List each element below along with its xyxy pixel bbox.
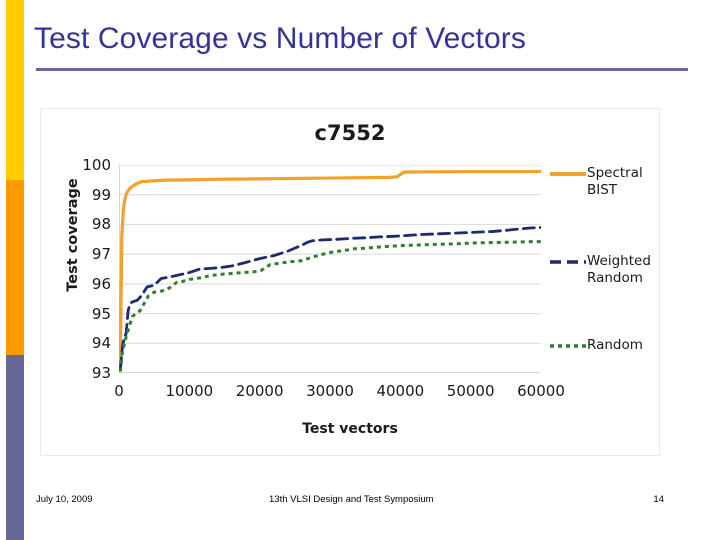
accent-band-yellow bbox=[6, 0, 24, 180]
plot-svg bbox=[119, 165, 541, 373]
y-tick-label: 94 bbox=[91, 334, 111, 353]
title-divider bbox=[36, 68, 688, 71]
legend-entry[interactable]: Weighted Random bbox=[549, 253, 651, 287]
footer-page-number: 14 bbox=[653, 494, 664, 505]
legend-entry[interactable]: Spectral BIST bbox=[549, 165, 643, 199]
y-axis-label: Test coverage bbox=[65, 178, 81, 292]
legend-swatch-dashed-line bbox=[549, 254, 587, 270]
footer-event: 13th VLSI Design and Test Symposium bbox=[269, 494, 434, 505]
slide-accent-rail bbox=[6, 0, 24, 540]
legend-entry[interactable]: Random bbox=[549, 337, 643, 354]
chart-title: c7552 bbox=[314, 121, 386, 145]
legend-label: Spectral BIST bbox=[587, 165, 643, 198]
chart-container: c7552 Test coverage Test vectors 93 94 95 9… bbox=[40, 108, 660, 456]
x-tick-label: 0 bbox=[114, 382, 124, 400]
y-tick-label: 98 bbox=[91, 215, 111, 234]
legend-label: Weighted Random bbox=[587, 253, 651, 286]
legend-swatch-dotted-line bbox=[549, 338, 587, 354]
accent-band-purple bbox=[6, 355, 24, 540]
accent-band-orange bbox=[6, 180, 24, 355]
y-tick-label: 100 bbox=[82, 156, 111, 174]
legend-label: Random bbox=[587, 337, 643, 353]
y-tick-label: 99 bbox=[91, 185, 111, 204]
y-tick-label: 93 bbox=[91, 364, 111, 382]
x-tick-label: 60000 bbox=[517, 382, 565, 400]
y-tick-label: 95 bbox=[91, 304, 111, 323]
x-tick-label: 30000 bbox=[306, 382, 354, 400]
x-tick-label: 10000 bbox=[165, 382, 214, 400]
x-tick-label: 20000 bbox=[235, 382, 284, 400]
x-tick-label: 40000 bbox=[376, 382, 425, 400]
page-title: Test Coverage vs Number of Vectors bbox=[34, 22, 526, 55]
footer-date: July 10, 2009 bbox=[36, 494, 93, 505]
x-axis-label: Test vectors bbox=[302, 421, 398, 437]
plot-area: 93 94 95 96 97 98 99 100 0 10000 20000 30000 40000 50… bbox=[82, 156, 565, 400]
y-tick-label: 97 bbox=[91, 245, 111, 264]
x-tick-label: 50000 bbox=[446, 382, 495, 400]
legend-swatch-solid-line bbox=[549, 166, 587, 182]
y-tick-label: 96 bbox=[91, 274, 111, 293]
slide-footer: July 10, 2009 13th VLSI Design and Test … bbox=[36, 494, 688, 510]
